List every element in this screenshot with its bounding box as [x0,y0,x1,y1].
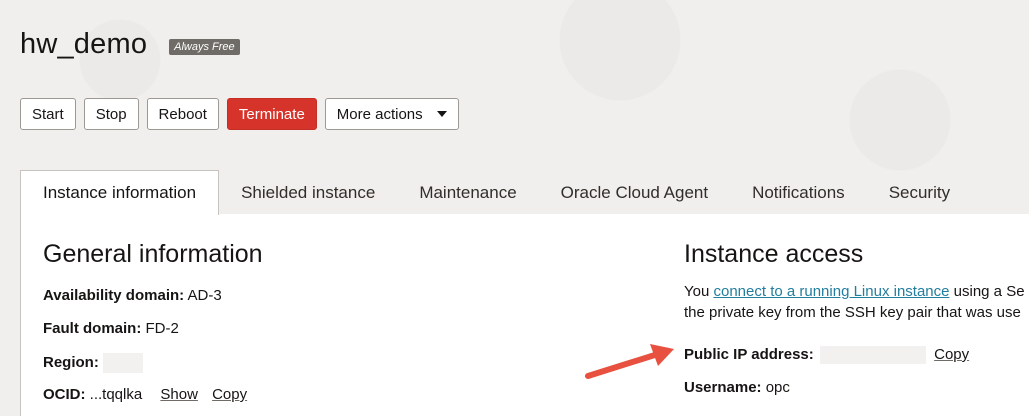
fault-domain-label: Fault domain: [43,320,142,337]
access-desc-prefix: You [684,283,710,300]
ocid-label: OCID: [43,386,86,403]
username-value: opc [765,379,790,396]
public-ip-copy-link[interactable]: Copy [934,346,969,363]
ocid-show-link[interactable]: Show [160,386,198,403]
region-label: Region: [43,353,99,371]
fault-domain-row: Fault domain: FD-2 [43,320,179,337]
availability-domain-value: AD-3 [187,287,222,304]
tab-shielded-instance[interactable]: Shielded instance [219,170,397,215]
tab-maintenance[interactable]: Maintenance [397,170,538,215]
access-description-line2: the private key from the SSH key pair th… [684,304,1021,321]
page-header: hw_demo Always Free [20,28,240,61]
ocid-copy-link[interactable]: Copy [212,386,247,403]
stop-button[interactable]: Stop [83,98,139,130]
availability-domain-row: Availability domain: AD-3 [43,287,222,304]
tab-instance-information[interactable]: Instance information [20,170,220,215]
username-row: Username: opc [684,379,790,396]
reboot-button[interactable]: Reboot [146,98,219,130]
tab-bar: Instance information Shielded instance M… [20,170,1029,215]
ocid-row: OCID: ...tqqlka Show Copy [43,386,247,403]
instance-access-heading: Instance access [684,240,864,268]
region-value-redacted [103,353,143,373]
general-information-heading: General information [43,240,263,268]
public-ip-label: Public IP address: [684,346,814,363]
public-ip-value-redacted [819,346,926,365]
fault-domain-value: FD-2 [145,320,179,337]
access-desc-suffix: using a Se [953,283,1025,300]
start-button[interactable]: Start [20,98,76,130]
terminate-button[interactable]: Terminate [226,98,317,130]
ocid-value: ...tqqlka [89,386,143,403]
tab-notifications[interactable]: Notifications [730,170,867,215]
username-label: Username: [684,379,762,396]
region-row: Region: [43,353,143,373]
instance-actions: Start Stop Reboot Terminate More actions [20,98,459,130]
tab-oracle-cloud-agent[interactable]: Oracle Cloud Agent [539,170,730,215]
tab-security[interactable]: Security [867,170,972,215]
annotation-arrow-icon [585,344,674,379]
more-actions-button[interactable]: More actions [324,98,459,130]
connect-linux-instance-link[interactable]: connect to a running Linux instance [713,283,949,300]
caret-down-icon [436,111,447,117]
page-title: hw_demo [20,28,148,60]
public-ip-row: Public IP address: Copy [684,346,969,365]
availability-domain-label: Availability domain: [43,287,185,304]
more-actions-label: More actions [336,105,423,123]
always-free-badge: Always Free [169,38,240,55]
access-description-line1: You connect to a running Linux instance … [684,283,1025,300]
